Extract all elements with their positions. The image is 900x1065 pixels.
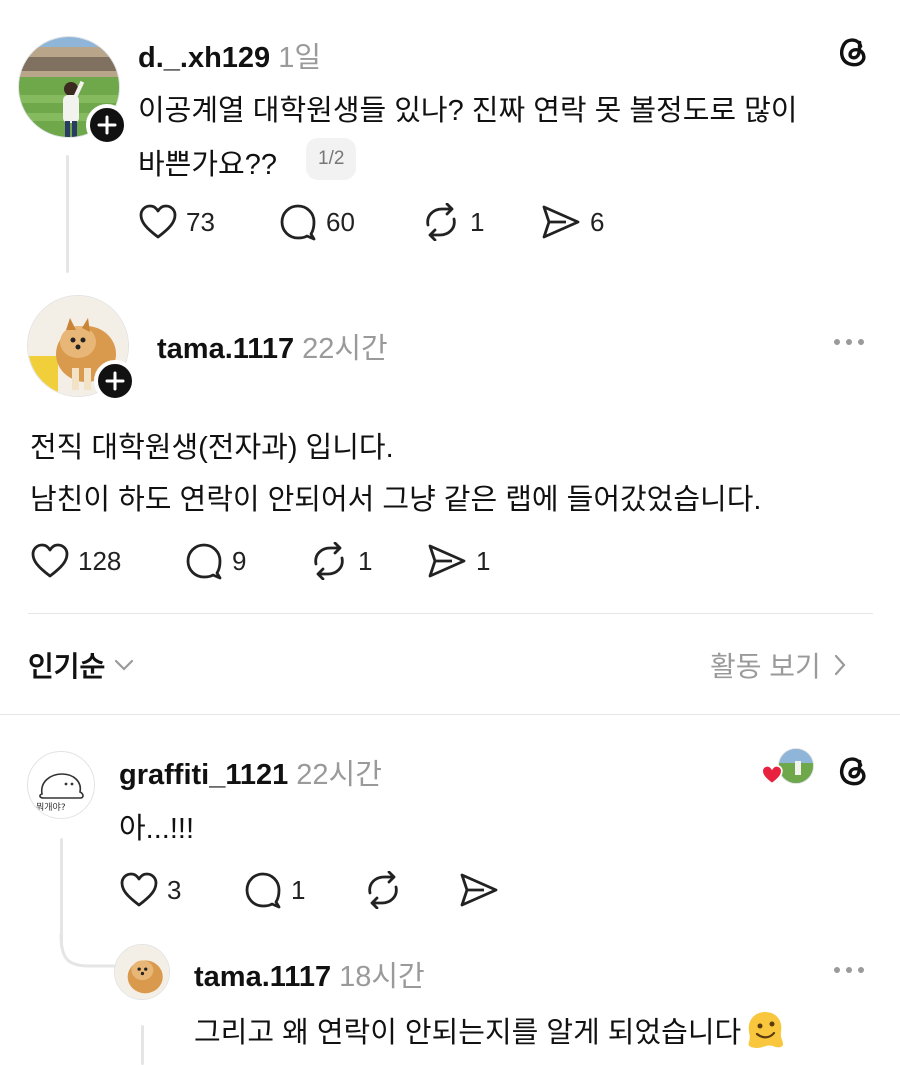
post-text-line2: 남친이 하도 연락이 안되어서 그냥 같은 랩에 들어갔었습니다. <box>30 484 762 516</box>
post-time: 22시간 <box>302 333 388 365</box>
heart-icon <box>761 764 783 785</box>
like-count: 128 <box>78 545 122 576</box>
share-icon <box>542 205 580 239</box>
share-button[interactable]: 1 <box>426 542 490 580</box>
comment-icon <box>245 872 281 909</box>
more-icon <box>834 967 840 973</box>
avatar-tama-1117[interactable] <box>114 944 170 1000</box>
reply-button[interactable]: 9 <box>184 542 246 580</box>
share-count: 6 <box>590 206 605 237</box>
username[interactable]: graffiti_1121 <box>119 759 288 791</box>
plus-icon <box>105 371 125 391</box>
share-icon <box>428 544 466 578</box>
view-activity-link[interactable]: 활동 보기 <box>710 645 847 685</box>
more-options-button[interactable] <box>834 339 864 345</box>
avatar-caption: 뭐개야? <box>36 801 66 813</box>
melting-face-emoji <box>748 1012 784 1048</box>
repost-button[interactable]: 1 <box>308 542 372 580</box>
comment-text-body: 그리고 왜 연락이 안되는지를 알게 되었습니다 <box>194 1017 742 1049</box>
thread-line <box>60 838 63 948</box>
heart-icon <box>120 872 158 907</box>
more-icon <box>834 339 840 345</box>
threads-icon[interactable] <box>834 32 872 70</box>
share-button[interactable]: 6 <box>540 203 604 241</box>
heart-icon <box>139 204 177 239</box>
reply-button[interactable]: 60 <box>278 203 355 241</box>
post-text-line1: 전직 대학원생(전자과) 입니다. <box>30 432 394 464</box>
username[interactable]: tama.1117 <box>157 333 294 365</box>
comment-time: 22시간 <box>296 759 382 791</box>
like-button[interactable]: 73 <box>138 203 215 241</box>
author-liked-badge <box>760 748 818 786</box>
post-text-line1: 이공계열 대학원생들 있나? 진짜 연락 못 볼정도로 많이 <box>138 95 798 127</box>
reply-button[interactable]: 1 <box>243 871 305 909</box>
comment-time: 18시간 <box>339 961 425 993</box>
repost-icon <box>426 203 456 241</box>
follow-plus-button[interactable] <box>86 104 128 146</box>
comment-icon <box>186 543 222 580</box>
thread-line <box>66 155 69 273</box>
post-author[interactable]: tama.1117 22시간 <box>157 325 388 367</box>
username[interactable]: tama.1117 <box>194 961 331 993</box>
threads-icon[interactable] <box>834 751 872 789</box>
avatar-seal-drawing: 뭐개야? <box>36 773 84 813</box>
comment-author[interactable]: graffiti_1121 22시간 <box>119 751 382 793</box>
repost-count: 1 <box>358 545 373 576</box>
chevron-right-icon <box>834 654 846 676</box>
like-count: 3 <box>167 874 182 905</box>
repost-button[interactable]: 1 <box>420 203 484 241</box>
comment-author[interactable]: tama.1117 18시간 <box>194 953 425 995</box>
repost-button[interactable] <box>362 871 404 909</box>
avatar-graffiti-1121[interactable]: 뭐개야? <box>27 751 95 819</box>
share-icon <box>460 873 498 907</box>
reply-count: 60 <box>326 206 355 237</box>
like-button[interactable]: 3 <box>119 871 181 909</box>
plus-icon <box>97 115 117 135</box>
comment-icon <box>280 204 316 241</box>
thread-line <box>141 1025 144 1065</box>
divider <box>28 613 873 614</box>
reply-count: 9 <box>232 545 247 576</box>
comment-text: 아...!!! <box>119 813 195 845</box>
view-activity-label: 활동 보기 <box>710 651 821 682</box>
username[interactable]: d._.xh129 <box>138 42 270 74</box>
follow-plus-button[interactable] <box>94 360 136 402</box>
avatar-pomeranian-image <box>115 945 169 999</box>
heart-icon <box>31 543 69 578</box>
repost-count: 1 <box>470 206 485 237</box>
like-button[interactable]: 128 <box>30 542 121 580</box>
like-count: 73 <box>186 206 215 237</box>
post-author[interactable]: d._.xh129 1일 <box>138 34 321 76</box>
repost-icon <box>368 871 398 909</box>
chevron-down-icon <box>115 659 134 671</box>
repost-icon <box>314 542 344 580</box>
post-text-line2: 바쁜가요?? <box>138 149 277 181</box>
post-time: 1일 <box>278 42 321 74</box>
carousel-page-indicator: 1/2 <box>306 138 357 180</box>
share-count: 1 <box>476 545 491 576</box>
share-button[interactable] <box>458 871 500 909</box>
reply-count: 1 <box>291 874 306 905</box>
divider <box>0 714 900 715</box>
more-options-button[interactable] <box>834 967 864 973</box>
sort-label: 인기순 <box>28 651 106 682</box>
comment-text: 그리고 왜 연락이 안되는지를 알게 되었습니다 <box>194 1008 787 1052</box>
sort-dropdown[interactable]: 인기순 <box>28 645 135 685</box>
